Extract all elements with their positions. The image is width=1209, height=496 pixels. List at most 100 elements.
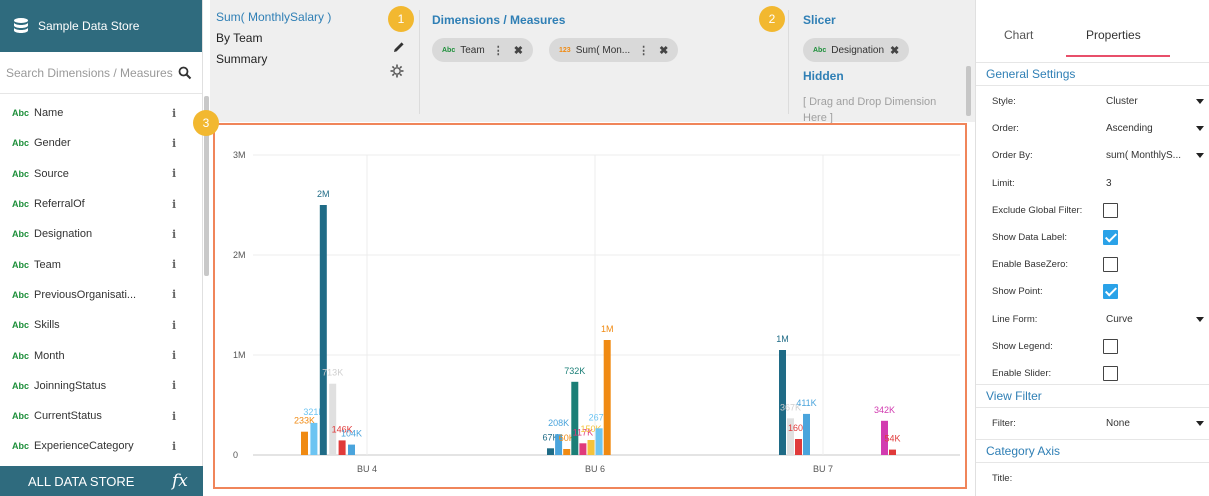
property-checkbox[interactable] <box>1103 339 1118 354</box>
field-item[interactable]: Abc Skills i <box>0 310 203 340</box>
designation-pill[interactable]: Abc Designation ✖ <box>803 38 910 62</box>
chevron-down-icon[interactable] <box>1196 317 1204 322</box>
all-data-store-button[interactable]: ALL DATA STORE fx <box>0 466 203 496</box>
field-name: JoinningStatus <box>34 379 107 392</box>
property-checkbox[interactable] <box>1103 366 1118 381</box>
search-icon[interactable] <box>178 66 192 80</box>
field-name: ReferralOf <box>34 198 85 211</box>
pill-label: Sum( Mon... <box>575 44 631 56</box>
chart-bar[interactable] <box>348 444 355 455</box>
filter-select[interactable]: None <box>1106 418 1186 429</box>
section-divider <box>976 439 1209 440</box>
info-icon[interactable]: i <box>172 379 176 392</box>
property-select[interactable]: sum( MonthlyS... <box>1106 150 1186 161</box>
info-icon[interactable]: i <box>172 167 176 180</box>
info-icon[interactable]: i <box>172 349 176 362</box>
close-icon[interactable]: ✖ <box>890 44 899 57</box>
field-item[interactable]: Abc JoinningStatus i <box>0 371 203 401</box>
search-input[interactable] <box>6 65 178 80</box>
field-item[interactable]: Abc Name i <box>0 98 203 128</box>
text-type-icon: Abc <box>12 108 30 119</box>
chart-bar[interactable] <box>563 449 571 455</box>
chart-area[interactable]: 0 1M 2M 3M 233K 321K 2M 713K 146K 104K BU 4 67K 208K… <box>213 123 967 489</box>
property-checkbox[interactable] <box>1103 284 1118 299</box>
formula-icon[interactable]: fx <box>172 471 188 491</box>
chart-bar[interactable] <box>571 381 579 455</box>
property-input[interactable]: 3 <box>1106 178 1186 189</box>
chart-bar[interactable] <box>587 440 595 455</box>
field-item[interactable]: Abc Source i <box>0 159 203 189</box>
step-badge-2: 2 <box>759 6 785 32</box>
axis-title-label: Title: <box>992 473 1013 484</box>
property-label: Line Form: <box>992 314 1038 325</box>
info-icon[interactable]: i <box>172 319 176 332</box>
data-store-sidebar: Sample Data Store Abc Name i Abc Gender i Abc S… <box>0 0 203 496</box>
info-icon[interactable]: i <box>172 440 176 453</box>
info-icon[interactable]: i <box>172 410 176 423</box>
data-store-header[interactable]: Sample Data Store <box>0 0 202 52</box>
property-checkbox[interactable] <box>1103 257 1118 272</box>
info-icon[interactable]: i <box>172 228 176 241</box>
close-icon[interactable]: ✖ <box>514 44 523 57</box>
chart-bar[interactable] <box>319 205 327 455</box>
kebab-menu-icon[interactable]: ⋮ <box>638 44 649 57</box>
property-select[interactable]: Cluster <box>1106 96 1186 107</box>
property-checkbox[interactable] <box>1103 203 1118 218</box>
bar-data-label: 411K <box>796 398 816 408</box>
chevron-down-icon[interactable] <box>1196 153 1204 158</box>
field-item[interactable]: Abc Gender i <box>0 128 203 158</box>
search-box <box>0 52 202 94</box>
field-item[interactable]: Abc Month i <box>0 340 203 370</box>
field-item[interactable]: Abc ExperienceCategory i <box>0 431 203 461</box>
pencil-icon[interactable] <box>393 41 405 53</box>
field-item[interactable]: Abc Team i <box>0 249 203 279</box>
y-tick-label: 0 <box>233 450 238 460</box>
chart-bar[interactable] <box>595 428 603 455</box>
property-checkbox[interactable] <box>1103 230 1118 245</box>
general-settings-title: General Settings <box>986 67 1076 81</box>
property-select[interactable]: Curve <box>1106 314 1186 325</box>
sum-monthly-pill[interactable]: 123 Sum( Mon... ⋮ ✖ <box>549 38 679 62</box>
gear-icon[interactable] <box>390 64 404 78</box>
measure-title[interactable]: Sum( MonthlySalary ) <box>216 10 416 24</box>
field-item[interactable]: Abc CurrentStatus i <box>0 401 203 431</box>
chart-bar[interactable] <box>310 422 318 455</box>
team-pill[interactable]: Abc Team ⋮ ✖ <box>432 38 533 62</box>
properties-panel: Chart Properties General Settings Style:… <box>975 0 1209 496</box>
bar-data-label: 2M <box>317 189 330 199</box>
category-axis-title: Category Axis <box>986 444 1061 458</box>
active-tab-indicator <box>1066 55 1170 57</box>
drag-drop-hint[interactable]: [ Drag and Drop Dimension Here ] <box>803 94 963 126</box>
info-icon[interactable]: i <box>172 107 176 120</box>
text-type-icon: Abc <box>12 350 30 361</box>
chart-bar[interactable] <box>329 383 337 455</box>
text-type-icon: Abc <box>12 259 30 270</box>
chevron-down-icon[interactable] <box>1196 421 1204 426</box>
info-icon[interactable]: i <box>172 258 176 271</box>
chevron-down-icon[interactable] <box>1196 126 1204 131</box>
section-divider <box>976 85 1209 86</box>
chart-bar[interactable] <box>603 340 611 455</box>
chart-bar[interactable] <box>795 439 802 455</box>
kebab-menu-icon[interactable]: ⋮ <box>493 44 504 57</box>
chevron-down-icon[interactable] <box>1196 99 1204 104</box>
info-icon[interactable]: i <box>172 137 176 150</box>
chart-bar[interactable] <box>338 440 346 455</box>
chart-bar[interactable] <box>579 443 587 455</box>
close-icon[interactable]: ✖ <box>659 44 668 57</box>
field-item[interactable]: Abc ReferralOf i <box>0 189 203 219</box>
chart-bar[interactable] <box>547 448 554 455</box>
shelf-scrollbar[interactable] <box>966 66 971 116</box>
property-select[interactable]: Ascending <box>1106 123 1186 134</box>
field-item[interactable]: Abc PreviousOrganisati... i <box>0 280 203 310</box>
tab-properties[interactable]: Properties <box>1086 28 1141 42</box>
info-icon[interactable]: i <box>172 288 176 301</box>
chart-bar[interactable] <box>889 449 896 455</box>
field-item[interactable]: Abc Designation i <box>0 219 203 249</box>
data-store-title: Sample Data Store <box>38 19 140 33</box>
chart-bar[interactable] <box>803 413 810 455</box>
info-icon[interactable]: i <box>172 198 176 211</box>
tab-chart[interactable]: Chart <box>1004 28 1033 42</box>
text-type-icon: Abc <box>12 229 30 240</box>
chart-bar[interactable] <box>301 431 308 455</box>
